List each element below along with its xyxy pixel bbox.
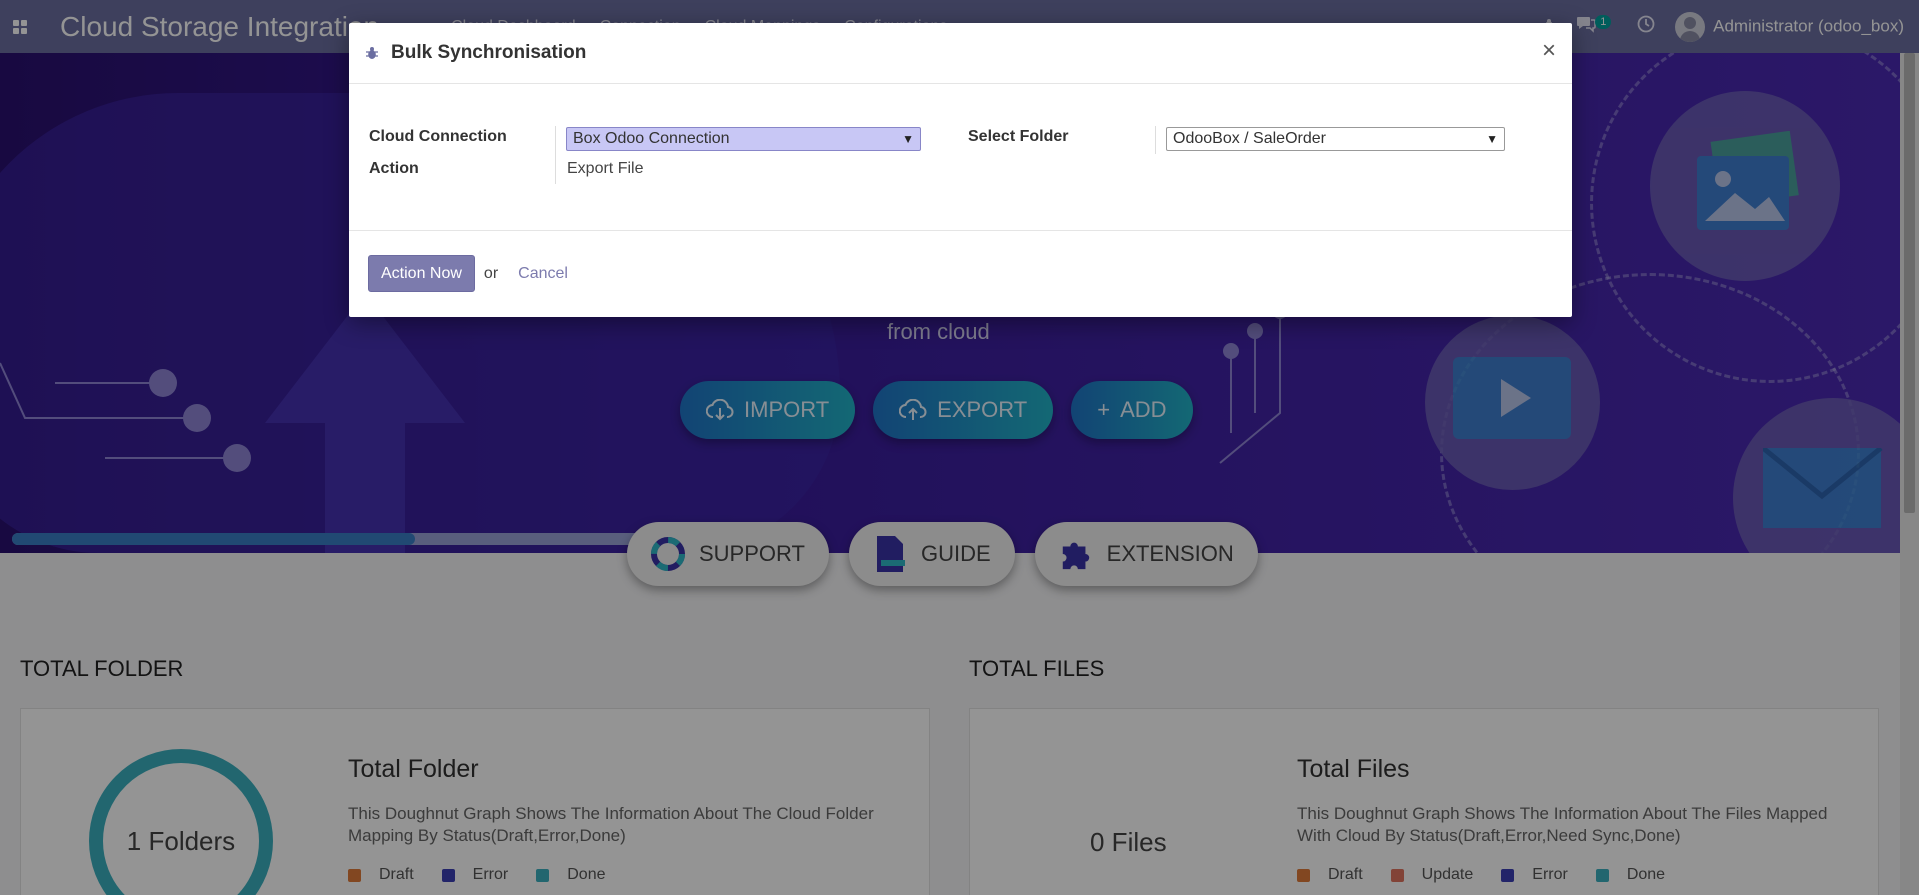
field-separator (1155, 126, 1156, 154)
action-now-button[interactable]: Action Now (368, 255, 475, 292)
field-separator (555, 126, 556, 184)
chevron-down-icon: ▼ (902, 132, 914, 146)
cancel-button[interactable]: Cancel (518, 265, 568, 283)
dialog-footer: Action Now or Cancel (349, 231, 1572, 316)
cloud-connection-value: Box Odoo Connection (573, 130, 730, 147)
bulk-sync-dialog: Bulk Synchronisation × Cloud Connection … (349, 23, 1572, 317)
dialog-body: Cloud Connection Box Odoo Connection ▼ A… (349, 84, 1572, 231)
close-icon[interactable]: × (1542, 37, 1556, 65)
dialog-header: Bulk Synchronisation × (349, 23, 1572, 84)
action-value: Export File (567, 160, 644, 177)
bug-icon (365, 46, 379, 60)
cloud-connection-label: Cloud Connection (369, 128, 507, 145)
select-folder-select[interactable]: OdooBox / SaleOrder ▼ (1166, 127, 1505, 151)
select-folder-value: OdooBox / SaleOrder (1173, 130, 1326, 147)
action-label: Action (369, 160, 419, 177)
dialog-title: Bulk Synchronisation (391, 42, 587, 63)
cloud-connection-select[interactable]: Box Odoo Connection ▼ (566, 127, 921, 151)
select-folder-label: Select Folder (968, 128, 1069, 145)
chevron-down-icon: ▼ (1486, 132, 1498, 146)
or-text: or (483, 264, 499, 282)
